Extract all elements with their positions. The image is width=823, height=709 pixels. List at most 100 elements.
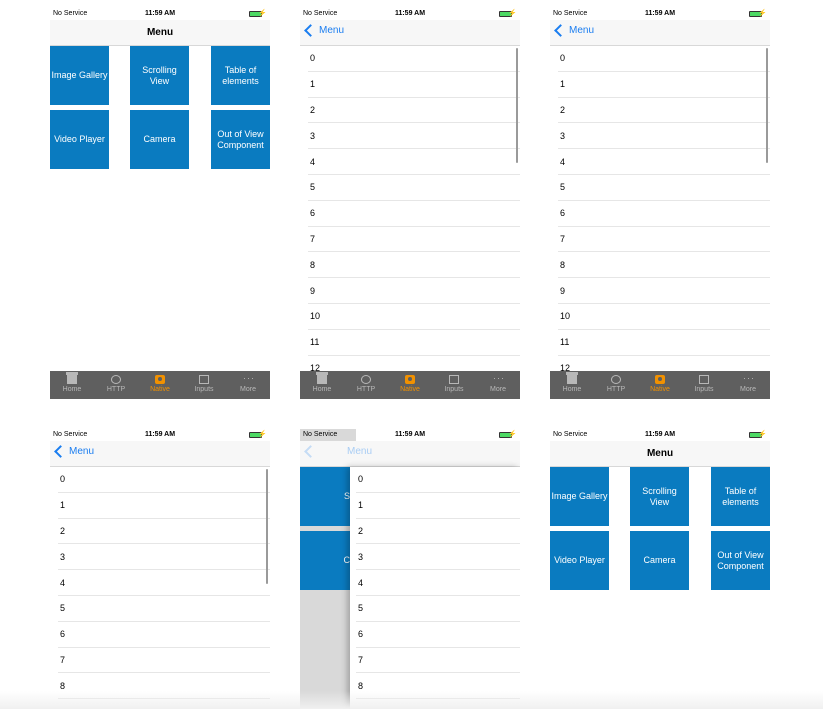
list-item[interactable]: 4 xyxy=(308,149,520,175)
status-bar: No Service 11:59 AM ⚡ xyxy=(550,429,770,441)
list-item[interactable]: 7 xyxy=(558,227,770,253)
list-item[interactable]: 4 xyxy=(58,570,270,596)
tab-label: More xyxy=(490,386,506,393)
nav-bar: Menu xyxy=(550,441,770,467)
list-item[interactable]: 1 xyxy=(58,493,270,519)
list-item[interactable]: 2 xyxy=(308,98,520,124)
list-item[interactable]: 5 xyxy=(356,596,520,622)
nav-bar: Menu xyxy=(300,20,520,46)
back-button[interactable]: Menu xyxy=(554,24,595,37)
list-item[interactable]: 5 xyxy=(308,175,520,201)
tile-table-of-elements[interactable]: Table of elements xyxy=(211,46,270,105)
list-item[interactable]: 5 xyxy=(58,596,270,622)
tab-inputs[interactable]: Inputs xyxy=(432,371,476,399)
tab-native[interactable]: Native xyxy=(388,371,432,399)
charging-icon: ⚡ xyxy=(258,431,267,438)
back-button[interactable]: Menu xyxy=(304,24,344,37)
list-item[interactable]: 3 xyxy=(308,123,520,150)
list-item[interactable]: 10 xyxy=(558,304,770,330)
list-item[interactable]: 8 xyxy=(308,252,520,279)
tile-scrolling-view[interactable]: Scrolling View xyxy=(130,46,189,105)
list-item[interactable]: 1 xyxy=(558,72,770,98)
nav-bar: Menu xyxy=(50,441,270,467)
tab-http[interactable]: HTTP xyxy=(94,371,138,399)
list-item[interactable]: 7 xyxy=(58,648,270,674)
list-item[interactable]: 0 xyxy=(58,467,270,493)
tile-out-of-view[interactable]: Out of View Component xyxy=(211,110,270,169)
tab-home[interactable]: Home xyxy=(300,371,344,399)
tile-video-player[interactable]: Video Player xyxy=(50,110,109,169)
list-item[interactable]: 4 xyxy=(558,149,770,175)
list-item[interactable]: 4 xyxy=(356,570,520,596)
charging-icon: ⚡ xyxy=(758,431,767,438)
tab-http[interactable]: HTTP xyxy=(594,371,638,399)
clock: 11:59 AM xyxy=(144,10,176,17)
tab-bar: Home HTTP Native Inputs ··· More xyxy=(50,371,270,399)
list-item[interactable]: 11 xyxy=(308,330,520,356)
list-item[interactable]: 6 xyxy=(558,201,770,227)
back-label: Menu xyxy=(569,25,595,36)
tile-out-of-view[interactable]: Out of View Component xyxy=(711,531,770,590)
list-item[interactable]: 10 xyxy=(308,304,520,330)
list-item[interactable]: 3 xyxy=(58,544,270,571)
tile-image-gallery[interactable]: Image Gallery xyxy=(50,46,109,105)
screen-menu-1: No Service 11:59 AM ⚡ Menu Image Gallery… xyxy=(50,8,270,399)
globe-icon xyxy=(611,375,621,384)
list-item[interactable]: 1 xyxy=(356,493,520,519)
list-item[interactable]: 5 xyxy=(558,175,770,201)
list-item[interactable]: 3 xyxy=(558,123,770,150)
list-item[interactable]: 2 xyxy=(356,519,520,545)
back-button[interactable]: Menu xyxy=(304,445,372,458)
tile-image-gallery[interactable]: Image Gallery xyxy=(550,467,609,526)
tab-label: Home xyxy=(562,386,582,393)
tile-table-of-elements[interactable]: Table of elements xyxy=(711,467,770,526)
list-item[interactable]: 3 xyxy=(356,544,520,571)
scrollbar[interactable] xyxy=(516,48,518,163)
tile-camera[interactable]: Camera xyxy=(130,110,189,169)
tab-more[interactable]: ··· More xyxy=(726,371,770,399)
list-item[interactable]: 6 xyxy=(58,622,270,648)
tab-inputs[interactable]: Inputs xyxy=(182,371,226,399)
list-item[interactable]: 7 xyxy=(356,648,520,674)
chevron-left-icon xyxy=(304,24,317,37)
tab-more[interactable]: ··· More xyxy=(226,371,270,399)
tab-native[interactable]: Native xyxy=(638,371,682,399)
tab-more[interactable]: ··· More xyxy=(476,371,520,399)
list-item[interactable]: 6 xyxy=(356,622,520,648)
scrollbar[interactable] xyxy=(266,469,268,584)
list-item[interactable]: 0 xyxy=(356,467,520,493)
list-item[interactable]: 9 xyxy=(558,278,770,304)
list-item[interactable]: 6 xyxy=(308,201,520,227)
tab-inputs[interactable]: Inputs xyxy=(682,371,726,399)
list-item[interactable]: 7 xyxy=(308,227,520,253)
list-item[interactable]: 2 xyxy=(58,519,270,545)
list-item[interactable]: 8 xyxy=(558,252,770,279)
list-item[interactable]: 0 xyxy=(558,46,770,72)
list-item[interactable]: 1 xyxy=(308,72,520,98)
tab-home[interactable]: Home xyxy=(50,371,94,399)
tab-home[interactable]: Home xyxy=(550,371,594,399)
list-item[interactable]: 0 xyxy=(308,46,520,72)
tab-label: Inputs xyxy=(194,386,214,393)
tile-scrolling-view[interactable]: Scrolling View xyxy=(630,467,689,526)
list-item[interactable]: 2 xyxy=(558,98,770,124)
status-bar: No Service 11:59 AM ⚡ xyxy=(303,429,520,441)
list-item[interactable]: 11 xyxy=(558,330,770,356)
nav-bar: Menu xyxy=(50,20,270,46)
tab-bar: Home HTTP Native Inputs ··· More xyxy=(550,371,770,399)
status-bar: No Service 11:59 AM ⚡ xyxy=(550,8,770,20)
tab-http[interactable]: HTTP xyxy=(344,371,388,399)
back-button[interactable]: Menu xyxy=(54,445,94,458)
list-item[interactable]: 9 xyxy=(308,278,520,304)
scrollbar[interactable] xyxy=(766,48,768,163)
incoming-screen: 0 1 2 3 4 5 6 7 8 xyxy=(350,467,520,709)
tab-label: HTTP xyxy=(356,386,376,393)
tab-label: Home xyxy=(62,386,82,393)
status-bar: No Service 11:59 AM ⚡ xyxy=(300,8,520,20)
camera-icon xyxy=(405,375,415,384)
globe-icon xyxy=(361,375,371,384)
tab-native[interactable]: Native xyxy=(138,371,182,399)
tile-video-player[interactable]: Video Player xyxy=(550,531,609,590)
tile-camera[interactable]: Camera xyxy=(630,531,689,590)
nav-bar: Menu xyxy=(300,441,520,467)
